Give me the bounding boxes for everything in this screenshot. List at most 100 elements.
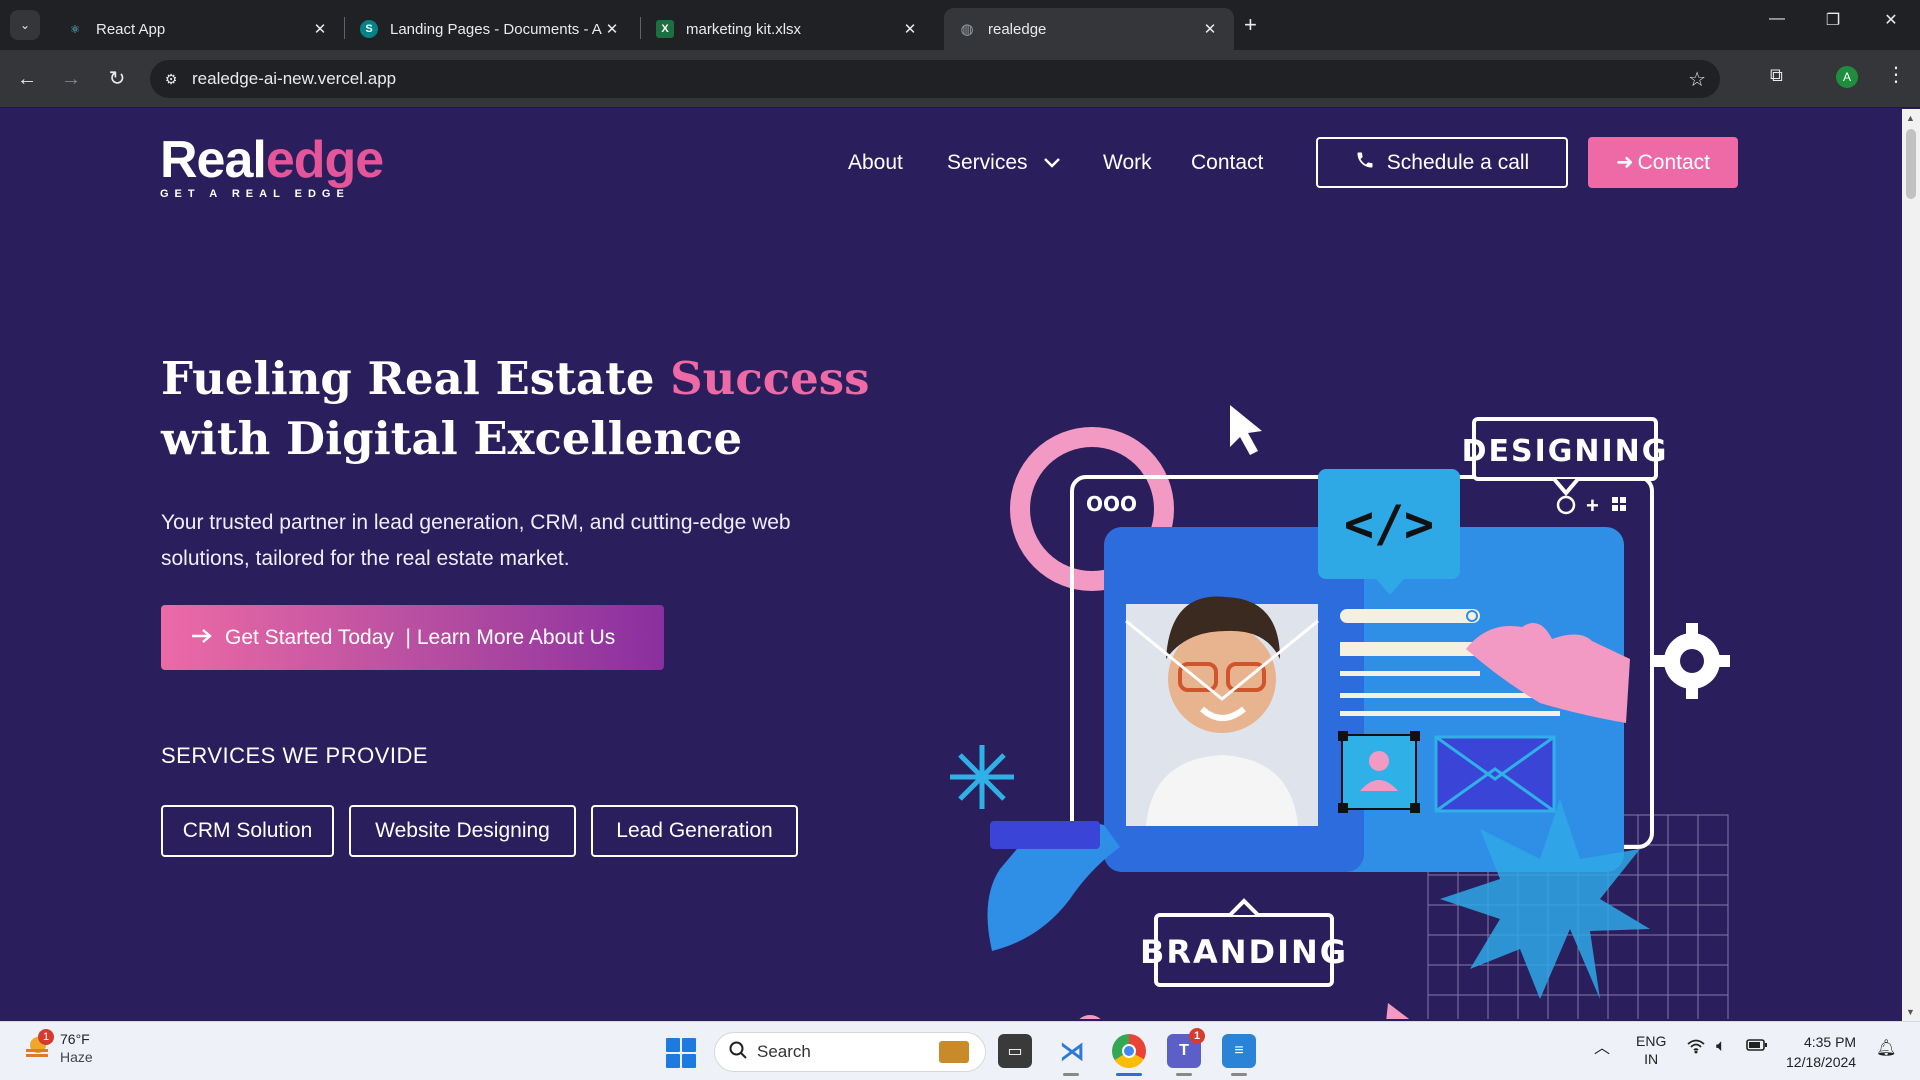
wifi-icon[interactable] bbox=[1686, 1038, 1706, 1057]
contact-label: Contact bbox=[1637, 150, 1710, 174]
profile-avatar[interactable]: A bbox=[1836, 66, 1858, 88]
hero-title-accent: Success bbox=[670, 352, 870, 405]
hero-subtitle: Your trusted partner in lead generation,… bbox=[161, 511, 791, 570]
chrome-icon[interactable] bbox=[1112, 1034, 1146, 1068]
more-menu-icon[interactable]: ⋮ bbox=[1886, 62, 1906, 87]
notepad-icon[interactable]: ≡ bbox=[1222, 1034, 1256, 1068]
schedule-call-button[interactable]: Schedule a call bbox=[1316, 137, 1568, 188]
service-website-designing[interactable]: Website Designing bbox=[349, 805, 576, 857]
nav-about[interactable]: About bbox=[848, 151, 903, 175]
back-arrow-icon[interactable]: ← bbox=[12, 64, 42, 94]
weather-widget[interactable]: 1 76°F Haze bbox=[22, 1029, 93, 1066]
code-icon-label: </> bbox=[1344, 495, 1434, 553]
small-gear-icon bbox=[1079, 1015, 1101, 1019]
page-scrollbar[interactable]: ▲ ▼ bbox=[1902, 109, 1920, 1021]
windows-taskbar: 1 76°F Haze Search ▭ ⋊ T 1 ≡ ︿ ENG IN 🔈︎… bbox=[0, 1021, 1920, 1080]
hero-title-part1: Fueling Real Estate bbox=[161, 352, 671, 405]
window-close-icon[interactable]: ✕ bbox=[1876, 10, 1906, 30]
scroll-down-icon[interactable]: ▼ bbox=[1906, 1007, 1915, 1017]
browser-toolbar: ← → ↻ ⚙ realedge-ai-new.vercel.app ☆ ⧉ ⋮ bbox=[0, 50, 1920, 108]
taskbar-search[interactable]: Search bbox=[714, 1032, 986, 1072]
teams-icon[interactable]: T 1 bbox=[1167, 1028, 1205, 1068]
globe-icon: ◍ bbox=[960, 21, 974, 38]
service-crm-solution[interactable]: CRM Solution bbox=[161, 805, 334, 857]
windows-start-icon[interactable] bbox=[666, 1038, 696, 1068]
service-lead-generation[interactable]: Lead Generation bbox=[591, 805, 798, 857]
hero-illustration: OOO + </> DESIGNING BRANDING bbox=[950, 405, 1730, 1019]
avatar-box-decoration bbox=[1341, 734, 1417, 810]
arrow-right-icon: ➜ bbox=[1616, 151, 1634, 174]
chevron-circle-icon bbox=[1556, 495, 1576, 515]
window-dots-label: OOO bbox=[1086, 492, 1137, 516]
volume-icon[interactable]: 🔈︎ bbox=[1716, 1036, 1726, 1056]
services-heading: SERVICES WE PROVIDE bbox=[161, 743, 429, 768]
logo-text-real: Real bbox=[160, 131, 267, 189]
reload-icon[interactable]: ↻ bbox=[102, 64, 132, 94]
sharepoint-icon: S bbox=[360, 20, 378, 38]
triangle-decoration bbox=[1386, 1003, 1410, 1019]
nav-contact[interactable]: Contact bbox=[1191, 151, 1263, 175]
restore-icon[interactable]: ❐ bbox=[1818, 10, 1848, 30]
nav-services[interactable]: Services bbox=[947, 151, 1061, 175]
tab-search-chevron-icon[interactable]: ⌄ bbox=[10, 10, 40, 40]
phone-icon bbox=[1355, 150, 1375, 176]
site-logo[interactable]: Realedge GET A REAL EDGE bbox=[160, 131, 384, 200]
url-text[interactable]: realedge-ai-new.vercel.app bbox=[192, 69, 396, 89]
site-info-icon[interactable]: ⚙ bbox=[150, 71, 192, 88]
vscode-icon[interactable]: ⋊ bbox=[1055, 1034, 1089, 1068]
tab-landing-pages[interactable]: S Landing Pages - Documents - A ✕ bbox=[346, 8, 636, 50]
address-bar[interactable]: ⚙ realedge-ai-new.vercel.app ☆ bbox=[150, 60, 1720, 98]
forward-arrow-icon[interactable]: → bbox=[56, 64, 86, 94]
page-viewport: Realedge GET A REAL EDGE About Services … bbox=[0, 109, 1902, 1021]
briefcase-icon bbox=[939, 1041, 969, 1063]
contact-button[interactable]: ➜ Contact bbox=[1588, 137, 1738, 188]
weather-condition: Haze bbox=[60, 1049, 93, 1065]
spark-decoration bbox=[950, 745, 1014, 809]
logo-tagline: GET A REAL EDGE bbox=[160, 188, 350, 200]
logo-text-edge: edge bbox=[265, 131, 384, 189]
scrollbar-thumb[interactable] bbox=[1906, 129, 1916, 199]
app-running-indicator bbox=[1063, 1073, 1079, 1076]
grid-apps-icon bbox=[1612, 497, 1626, 511]
tab-marketing-kit[interactable]: X marketing kit.xlsx ✕ bbox=[642, 8, 934, 50]
language-indicator[interactable]: ENG IN bbox=[1636, 1032, 1666, 1068]
notification-bell-icon[interactable]: 🔔︎ bbox=[1876, 1038, 1896, 1058]
gear-icon bbox=[1654, 623, 1730, 699]
get-started-label: Get Started Today | Learn More About Us bbox=[225, 625, 616, 649]
scroll-up-icon[interactable]: ▲ bbox=[1906, 113, 1915, 123]
app-running-indicator bbox=[1231, 1073, 1247, 1076]
browser-tabbar: ⌄ ⚛ React App ✕ S Landing Pages - Docume… bbox=[0, 0, 1920, 50]
file-explorer-icon[interactable]: ▭ bbox=[998, 1034, 1032, 1068]
bookmark-star-icon[interactable]: ☆ bbox=[1688, 67, 1706, 92]
extensions-puzzle-icon[interactable]: ⧉ bbox=[1770, 65, 1783, 86]
tab-separator bbox=[640, 17, 641, 39]
tab-react-app[interactable]: ⚛ React App ✕ bbox=[52, 8, 344, 50]
clock-date: 12/18/2024 bbox=[1786, 1054, 1857, 1070]
get-started-button[interactable]: Get Started Today | Learn More About Us bbox=[161, 605, 664, 670]
new-tab-plus-icon[interactable]: + bbox=[1244, 12, 1257, 38]
tab-separator bbox=[344, 17, 345, 39]
close-icon[interactable]: ✕ bbox=[900, 20, 920, 38]
minimize-icon[interactable]: — bbox=[1762, 10, 1792, 28]
excel-icon: X bbox=[656, 20, 674, 38]
arrow-right-icon bbox=[191, 626, 213, 650]
clock-time: 4:35 PM bbox=[1803, 1034, 1857, 1050]
close-icon[interactable]: ✕ bbox=[310, 20, 330, 38]
system-clock[interactable]: 4:35 PM 12/18/2024 bbox=[1786, 1032, 1856, 1072]
weather-temp: 76°F bbox=[60, 1031, 90, 1047]
tab-realedge[interactable]: ◍ realedge ✕ bbox=[944, 8, 1234, 50]
search-placeholder: Search bbox=[757, 1042, 811, 1061]
app-running-indicator bbox=[1176, 1073, 1192, 1076]
language-line2: IN bbox=[1644, 1051, 1659, 1067]
close-icon[interactable]: ✕ bbox=[1200, 20, 1220, 38]
plus-icon: + bbox=[1586, 493, 1599, 518]
app-active-indicator bbox=[1116, 1073, 1142, 1076]
cursor-arrow-icon bbox=[1230, 405, 1262, 455]
chevron-up-icon[interactable]: ︿ bbox=[1594, 1034, 1610, 1058]
hero-title: Fueling Real Estate Success with Digital… bbox=[161, 349, 921, 469]
battery-icon[interactable] bbox=[1746, 1038, 1768, 1055]
schedule-call-label: Schedule a call bbox=[1386, 150, 1530, 174]
nav-work[interactable]: Work bbox=[1103, 151, 1152, 175]
close-icon[interactable]: ✕ bbox=[602, 20, 622, 38]
teams-badge: 1 bbox=[1189, 1028, 1205, 1044]
